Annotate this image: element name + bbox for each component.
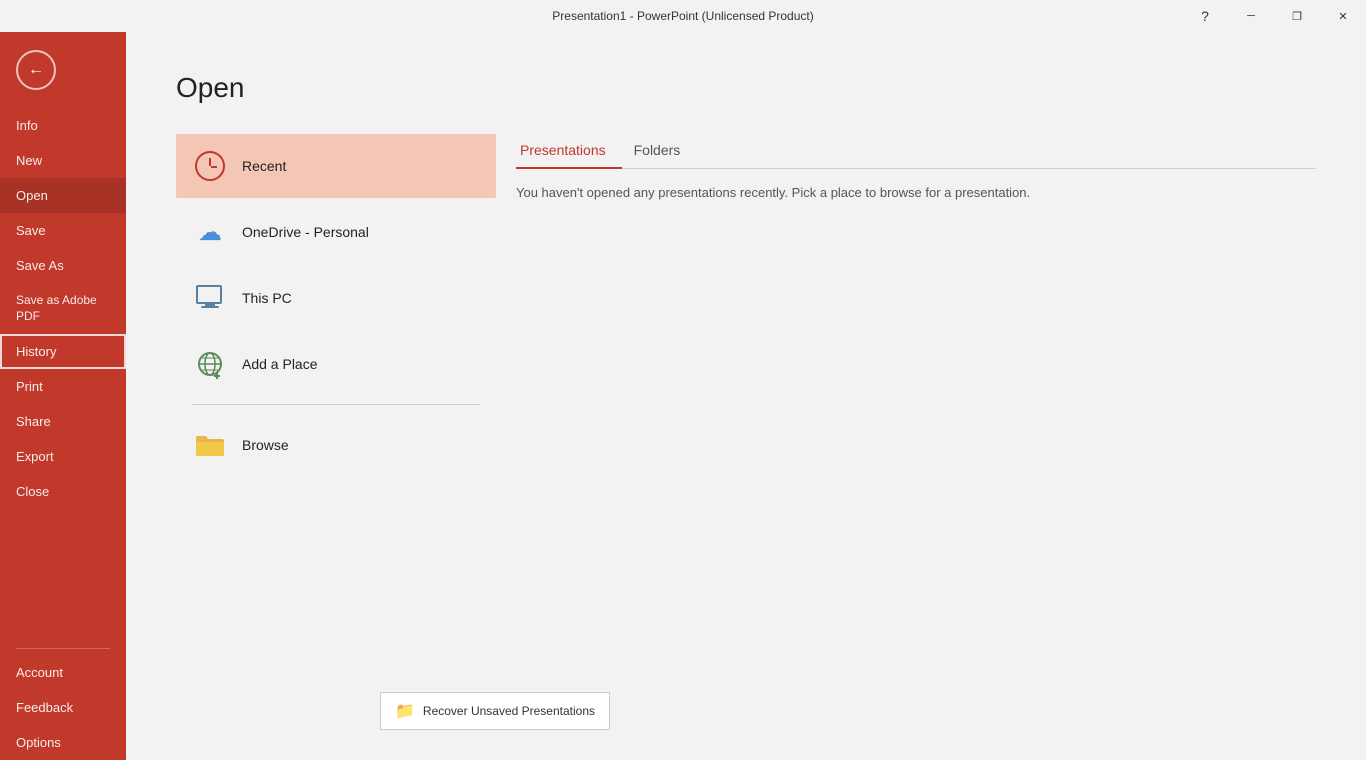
recover-button[interactable]: 📁 Recover Unsaved Presentations xyxy=(380,692,610,730)
recover-icon: 📁 xyxy=(395,701,415,721)
sidebar-item-export[interactable]: Export xyxy=(0,439,126,474)
sidebar-item-save[interactable]: Save xyxy=(0,213,126,248)
computer-icon xyxy=(192,280,228,316)
minimize-button[interactable]: ─ xyxy=(1228,0,1274,32)
empty-message: You haven't opened any presentations rec… xyxy=(516,185,1316,200)
location-browse[interactable]: Browse xyxy=(176,413,496,477)
titlebar: Presentation1 - PowerPoint (Unlicensed P… xyxy=(0,0,1366,32)
clock-icon xyxy=(192,148,228,184)
sidebar-item-options[interactable]: Options xyxy=(0,725,126,760)
titlebar-controls: ─ ❒ ✕ xyxy=(1228,0,1366,32)
sidebar-item-account[interactable]: Account xyxy=(0,655,126,690)
location-add-place[interactable]: Add a Place xyxy=(176,332,496,396)
sidebar-item-close[interactable]: Close xyxy=(0,474,126,509)
sidebar: ← Info New Open Save Save As Save as Ado… xyxy=(0,32,126,760)
sidebar-item-feedback[interactable]: Feedback xyxy=(0,690,126,725)
titlebar-title: Presentation1 - PowerPoint (Unlicensed P… xyxy=(552,9,813,23)
sidebar-item-save-as[interactable]: Save As xyxy=(0,248,126,283)
location-this-pc[interactable]: This PC xyxy=(176,266,496,330)
sidebar-item-open[interactable]: Open xyxy=(0,178,126,213)
close-button[interactable]: ✕ xyxy=(1320,0,1366,32)
help-button[interactable]: ? xyxy=(1182,0,1228,32)
location-recent[interactable]: Recent xyxy=(176,134,496,198)
sidebar-bottom: Account Feedback Options xyxy=(0,642,126,760)
sidebar-item-info[interactable]: Info xyxy=(0,108,126,143)
back-button[interactable]: ← xyxy=(16,50,56,90)
sidebar-divider xyxy=(16,648,110,649)
sidebar-item-new[interactable]: New xyxy=(0,143,126,178)
recover-bar: 📁 Recover Unsaved Presentations xyxy=(380,692,610,730)
content-area: Recent ☁ OneDrive - Personal This PC xyxy=(176,134,1316,760)
tab-presentations[interactable]: Presentations xyxy=(516,134,622,168)
sidebar-item-history[interactable]: History xyxy=(0,334,126,369)
sidebar-item-save-adobe[interactable]: Save as Adobe PDF xyxy=(0,283,126,334)
sidebar-item-share[interactable]: Share xyxy=(0,404,126,439)
tabs-panel: Presentations Folders You haven't opened… xyxy=(496,134,1316,760)
tab-folders[interactable]: Folders xyxy=(630,134,697,168)
sidebar-item-print[interactable]: Print xyxy=(0,369,126,404)
globe-icon xyxy=(192,346,228,382)
location-onedrive[interactable]: ☁ OneDrive - Personal xyxy=(176,200,496,264)
folder-icon xyxy=(192,427,228,463)
locations-panel: Recent ☁ OneDrive - Personal This PC xyxy=(176,134,496,760)
maximize-button[interactable]: ❒ xyxy=(1274,0,1320,32)
onedrive-icon: ☁ xyxy=(192,214,228,250)
page-title: Open xyxy=(176,72,1316,104)
tabs-header: Presentations Folders xyxy=(516,134,1316,169)
locations-divider xyxy=(192,404,480,405)
main-content: Open Recent ☁ OneDrive - Personal xyxy=(126,32,1366,760)
